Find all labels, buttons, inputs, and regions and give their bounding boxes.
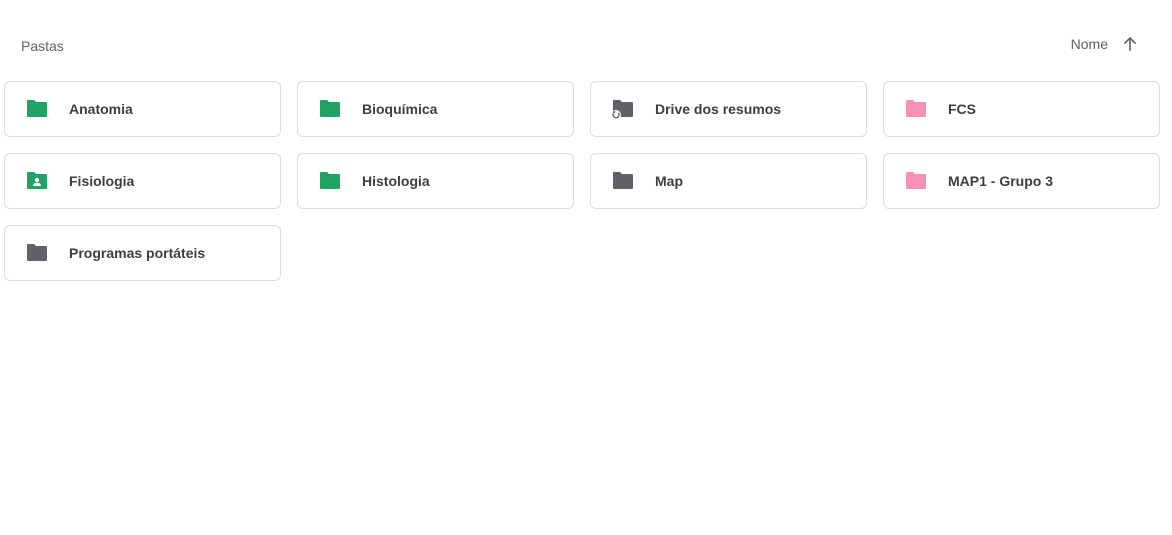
folder-name: FCS [948,101,976,117]
folder-card[interactable]: Map [590,153,867,209]
folder-icon [611,169,635,193]
folder-card[interactable]: MAP1 - Grupo 3 [883,153,1160,209]
folder-name: Bioquímica [362,101,438,117]
sort-by-name-button[interactable]: Nome [1071,34,1140,54]
folder-card[interactable]: Anatomia [4,81,281,137]
folder-card[interactable]: Drive dos resumos [590,81,867,137]
folder-card[interactable]: FCS [883,81,1160,137]
folder-icon [318,169,342,193]
folder-card[interactable]: Histologia [297,153,574,209]
folder-card[interactable]: Fisiologia [4,153,281,209]
folder-name: Histologia [362,173,430,189]
sort-label: Nome [1070,36,1108,52]
folder-name: Anatomia [69,101,133,117]
folder-card[interactable]: Bioquímica [297,81,574,137]
shared-folder-icon [25,169,49,193]
folder-grid: Anatomia Bioquímica Drive dos resumos FCS Fi… [4,81,1160,281]
folder-icon [904,97,928,121]
folder-name: Fisiologia [69,173,135,189]
folder-icon [25,97,49,121]
folder-sync-icon [611,97,635,121]
folder-icon [25,241,49,265]
folder-icon [318,97,342,121]
folder-icon [904,169,928,193]
section-label: Pastas [21,38,64,54]
folder-name: Drive dos resumos [655,101,782,117]
folder-name: Programas portáteis [69,245,206,261]
folder-name: MAP1 - Grupo 3 [948,173,1054,189]
folder-name: Map [655,173,683,189]
arrow-up-icon[interactable] [1120,34,1140,54]
folder-card[interactable]: Programas portáteis [4,225,281,281]
